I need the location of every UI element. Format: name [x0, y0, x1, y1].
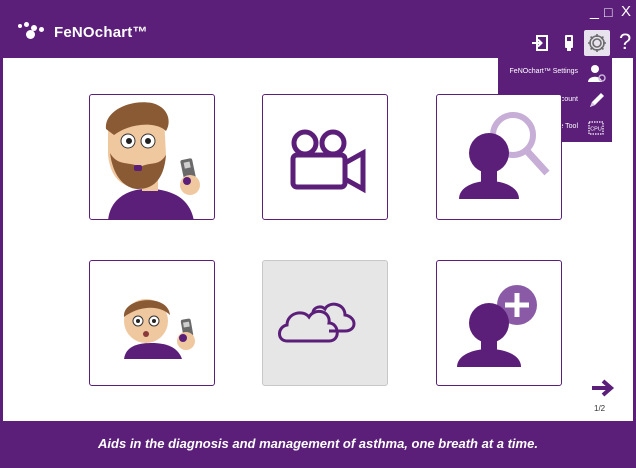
settings-button[interactable] [584, 30, 610, 56]
video-camera-icon [290, 129, 366, 194]
app-title: FeNOchart™ [54, 23, 148, 41]
tile-adult-test[interactable] [89, 94, 215, 220]
app-logo: FeNOchart™ [18, 22, 148, 42]
tile-child-test[interactable] [89, 260, 215, 386]
user-settings-icon [588, 65, 606, 82]
help-icon[interactable]: ? [619, 30, 631, 54]
child-with-device-icon [123, 299, 195, 359]
device-icon[interactable] [560, 34, 578, 52]
cloud-icon [278, 302, 356, 343]
pencil-icon [590, 93, 604, 107]
cpu-label: CPU [590, 127, 602, 133]
page-indicator: 1/2 [594, 404, 606, 413]
exit-icon[interactable] [531, 34, 549, 52]
tagline: Aids in the diagnosis and management of … [98, 436, 538, 451]
minimize-button[interactable]: _ [590, 4, 599, 20]
add-patient-icon [457, 285, 537, 367]
title-bar: FeNOchart™ _ □ X ? [0, 0, 636, 58]
cpu-icon: CPU [588, 121, 604, 135]
tile-patient-search[interactable] [436, 94, 562, 220]
adult-with-device-icon [105, 102, 200, 219]
close-button[interactable]: X [621, 4, 631, 20]
tile-video[interactable] [262, 94, 388, 220]
gear-icon [588, 34, 606, 52]
logo-dots-icon [18, 22, 46, 42]
menu-item-label: FeNOchart™ Settings [509, 68, 578, 75]
maximize-button[interactable]: □ [604, 4, 612, 20]
menu-item-fenochart-settings[interactable]: FeNOchart™ Settings [498, 60, 612, 86]
footer-banner: Aids in the diagnosis and management of … [0, 421, 636, 468]
arrow-right-icon[interactable] [590, 378, 616, 398]
patient-search-icon [459, 112, 550, 199]
tile-cloud [262, 260, 388, 386]
tile-add-patient[interactable] [436, 260, 562, 386]
